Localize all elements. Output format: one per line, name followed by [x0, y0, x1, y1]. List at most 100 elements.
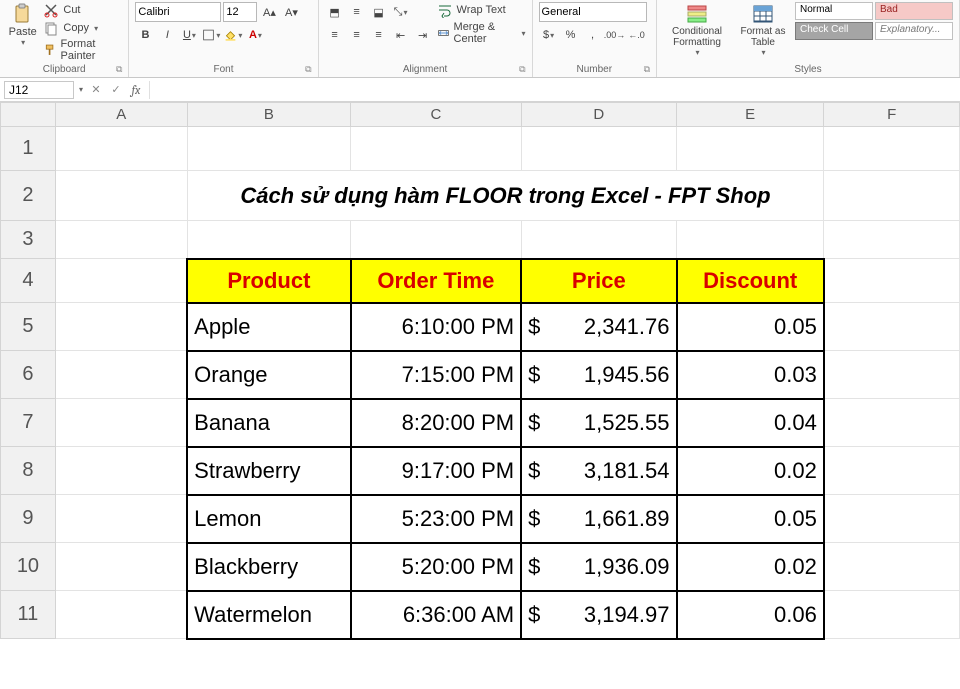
- hdr-discount[interactable]: Discount: [677, 259, 824, 303]
- cell-E10[interactable]: 0.02: [677, 543, 824, 591]
- cell-B11[interactable]: Watermelon: [187, 591, 350, 639]
- cell-B10[interactable]: Blackberry: [187, 543, 350, 591]
- cell-E11[interactable]: 0.06: [677, 591, 824, 639]
- col-header-A[interactable]: A: [55, 103, 187, 127]
- cell-D6[interactable]: $1,945.56: [521, 351, 676, 399]
- row-header-4[interactable]: 4: [1, 259, 56, 303]
- cell-D5[interactable]: $2,341.76: [521, 303, 676, 351]
- row-header-10[interactable]: 10: [1, 543, 56, 591]
- cell-C8[interactable]: 9:17:00 PM: [351, 447, 522, 495]
- hdr-order-time[interactable]: Order Time: [351, 259, 522, 303]
- cell-A2[interactable]: [55, 171, 187, 221]
- cell-E3[interactable]: [677, 221, 824, 259]
- cell-A1[interactable]: [55, 127, 187, 171]
- border-button[interactable]: ▾: [201, 25, 221, 45]
- cell-D1[interactable]: [521, 127, 676, 171]
- cell-A4[interactable]: [55, 259, 187, 303]
- cell-C9[interactable]: 5:23:00 PM: [351, 495, 522, 543]
- cell-B9[interactable]: Lemon: [187, 495, 350, 543]
- cell-B8[interactable]: Strawberry: [187, 447, 350, 495]
- decrease-indent-button[interactable]: ⇤: [391, 25, 411, 45]
- cut-button[interactable]: Cut: [43, 2, 122, 18]
- cell-F1[interactable]: [824, 127, 960, 171]
- cell-D8[interactable]: $3,181.54: [521, 447, 676, 495]
- cell-C3[interactable]: [351, 221, 522, 259]
- cell-D7[interactable]: $1,525.55: [521, 399, 676, 447]
- cell-A3[interactable]: [55, 221, 187, 259]
- paste-dropdown-icon[interactable]: ▾: [20, 38, 25, 47]
- cell-F2[interactable]: [824, 171, 960, 221]
- cell-D11[interactable]: $3,194.97: [521, 591, 676, 639]
- cell-F5[interactable]: [824, 303, 960, 351]
- decrease-font-button[interactable]: A▾: [281, 2, 301, 22]
- row-header-3[interactable]: 3: [1, 221, 56, 259]
- cell-E8[interactable]: 0.02: [677, 447, 824, 495]
- cell-E1[interactable]: [677, 127, 824, 171]
- cell-F9[interactable]: [824, 495, 960, 543]
- cell-C10[interactable]: 5:20:00 PM: [351, 543, 522, 591]
- row-header-7[interactable]: 7: [1, 399, 56, 447]
- cell-A11[interactable]: [55, 591, 187, 639]
- cell-A5[interactable]: [55, 303, 187, 351]
- cell-E7[interactable]: 0.04: [677, 399, 824, 447]
- align-left-button[interactable]: ≡: [325, 25, 345, 45]
- wrap-text-button[interactable]: Wrap Text: [437, 2, 526, 18]
- number-format-select[interactable]: [539, 2, 647, 22]
- title-cell[interactable]: Cách sử dụng hàm FLOOR trong Excel - FPT…: [187, 171, 824, 221]
- align-bottom-button[interactable]: ⬓: [369, 2, 389, 22]
- clipboard-launcher-icon[interactable]: ⧉: [116, 64, 122, 75]
- cell-B7[interactable]: Banana: [187, 399, 350, 447]
- name-box[interactable]: [4, 81, 74, 99]
- cell-D9[interactable]: $1,661.89: [521, 495, 676, 543]
- cell-A7[interactable]: [55, 399, 187, 447]
- copy-button[interactable]: Copy▾: [43, 20, 122, 36]
- font-size-select[interactable]: [223, 2, 257, 22]
- decrease-decimal-button[interactable]: ←.0: [627, 25, 647, 45]
- cell-C5[interactable]: 6:10:00 PM: [351, 303, 522, 351]
- cell-B6[interactable]: Orange: [187, 351, 350, 399]
- cell-B1[interactable]: [187, 127, 350, 171]
- row-header-9[interactable]: 9: [1, 495, 56, 543]
- col-header-D[interactable]: D: [521, 103, 676, 127]
- cell-F10[interactable]: [824, 543, 960, 591]
- row-header-5[interactable]: 5: [1, 303, 56, 351]
- accounting-format-button[interactable]: $▾: [539, 25, 559, 45]
- row-header-2[interactable]: 2: [1, 171, 56, 221]
- cell-D10[interactable]: $1,936.09: [521, 543, 676, 591]
- style-normal[interactable]: Normal: [795, 2, 873, 20]
- cell-F7[interactable]: [824, 399, 960, 447]
- cell-F11[interactable]: [824, 591, 960, 639]
- cell-F8[interactable]: [824, 447, 960, 495]
- font-color-button[interactable]: A▾: [245, 25, 265, 45]
- select-all-corner[interactable]: [1, 103, 56, 127]
- cell-D3[interactable]: [521, 221, 676, 259]
- cell-F3[interactable]: [824, 221, 960, 259]
- cell-F4[interactable]: [824, 259, 960, 303]
- format-painter-button[interactable]: Format Painter: [43, 38, 122, 62]
- row-header-6[interactable]: 6: [1, 351, 56, 399]
- cell-A6[interactable]: [55, 351, 187, 399]
- cell-C11[interactable]: 6:36:00 AM: [351, 591, 522, 639]
- cell-A9[interactable]: [55, 495, 187, 543]
- cell-styles-gallery[interactable]: Normal Bad Check Cell Explanatory...: [795, 2, 953, 40]
- col-header-B[interactable]: B: [187, 103, 350, 127]
- increase-decimal-button[interactable]: .00→: [605, 25, 625, 45]
- cell-F6[interactable]: [824, 351, 960, 399]
- align-top-button[interactable]: ⬒: [325, 2, 345, 22]
- cell-E5[interactable]: 0.05: [677, 303, 824, 351]
- insert-function-button[interactable]: fx: [127, 81, 145, 99]
- cell-A8[interactable]: [55, 447, 187, 495]
- row-header-8[interactable]: 8: [1, 447, 56, 495]
- font-family-select[interactable]: [135, 2, 221, 22]
- col-header-E[interactable]: E: [677, 103, 824, 127]
- merge-center-button[interactable]: Merge & Center▾: [437, 21, 526, 45]
- increase-indent-button[interactable]: ⇥: [413, 25, 433, 45]
- align-middle-button[interactable]: ≡: [347, 2, 367, 22]
- cell-A10[interactable]: [55, 543, 187, 591]
- paste-button[interactable]: Paste ▾: [6, 2, 39, 47]
- format-as-table-button[interactable]: Format as Table▾: [735, 2, 791, 57]
- conditional-formatting-button[interactable]: Conditional Formatting▾: [663, 2, 731, 57]
- percent-format-button[interactable]: %: [561, 25, 581, 45]
- col-header-C[interactable]: C: [351, 103, 522, 127]
- comma-format-button[interactable]: ,: [583, 25, 603, 45]
